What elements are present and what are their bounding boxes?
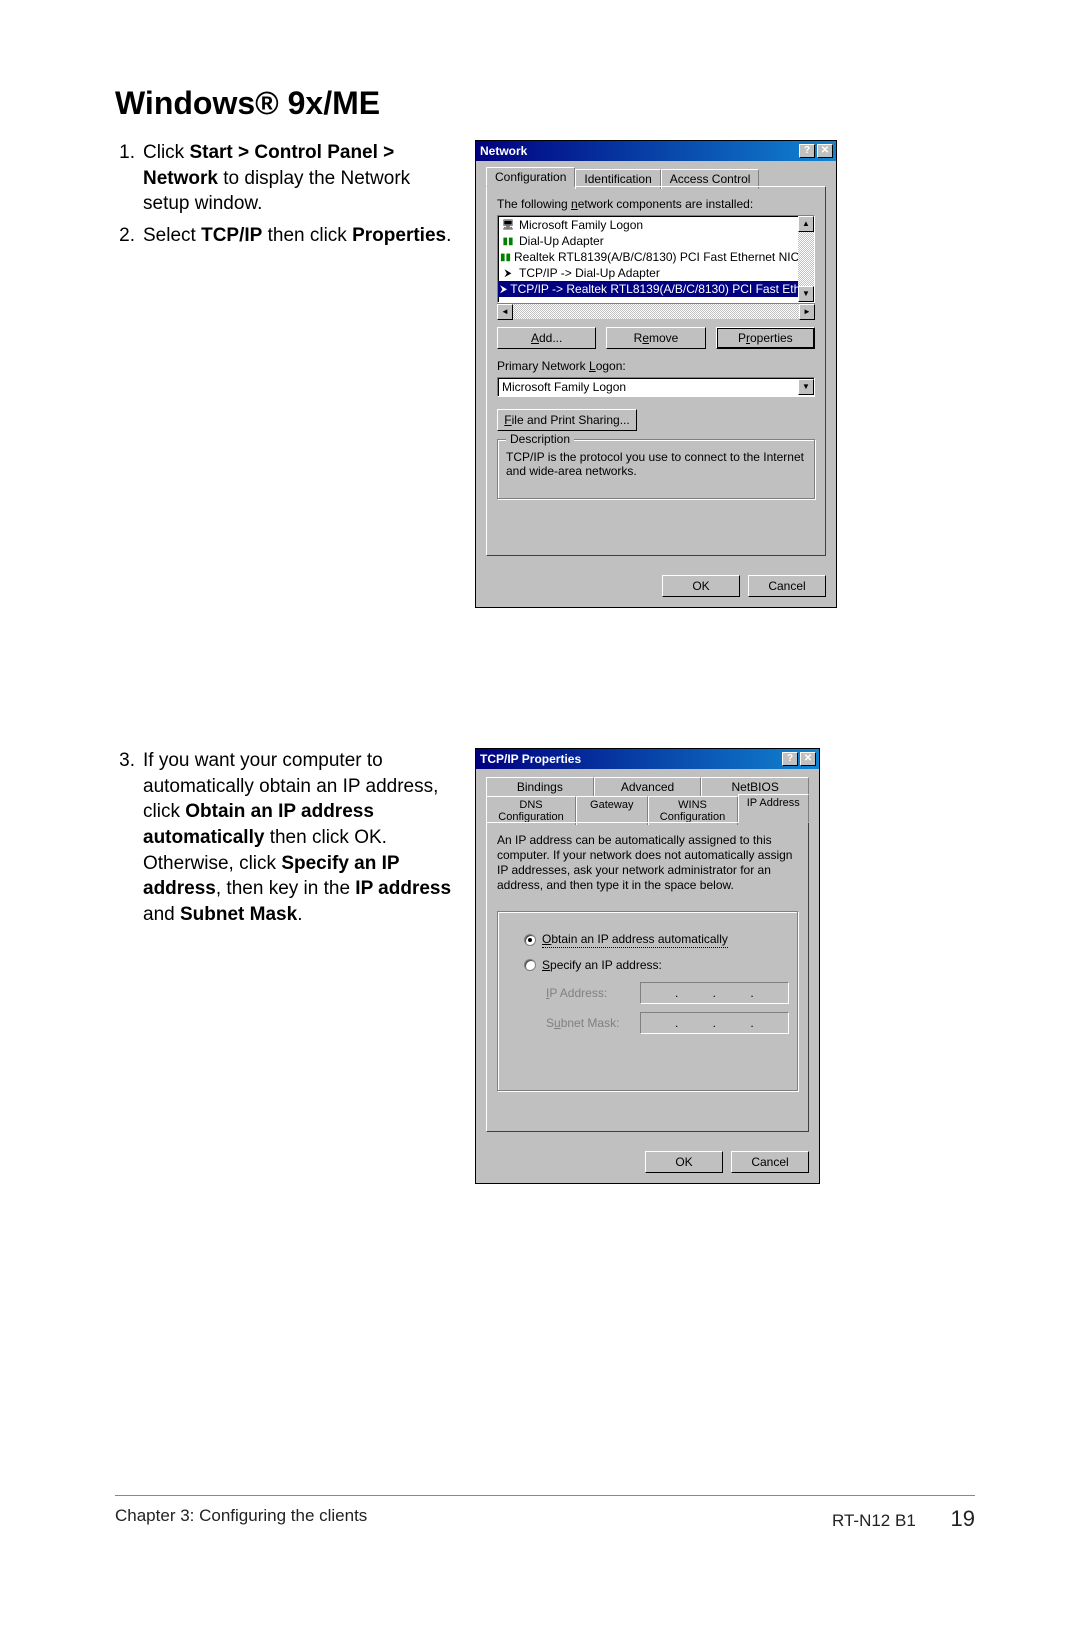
client-icon: 🖥	[500, 218, 516, 232]
scroll-right-icon[interactable]: ►	[799, 304, 815, 320]
list-item-label: Dial-Up Adapter	[519, 234, 604, 248]
tab-wins[interactable]: WINS Configuration	[648, 796, 738, 825]
scroll-left-icon[interactable]: ◄	[497, 304, 513, 320]
text-bold: Properties	[352, 225, 446, 246]
list-item[interactable]: ⮞TCP/IP -> Dial-Up Adapter	[498, 265, 798, 281]
file-print-sharing-button[interactable]: File and Print Sharing...	[497, 409, 637, 431]
dialog-title: TCP/IP Properties	[480, 752, 581, 766]
instructions-block-1: 1. Click Start > Control Panel > Network…	[115, 140, 455, 255]
horizontal-scrollbar[interactable]: ◄ ►	[497, 303, 815, 319]
list-item-label: TCP/IP -> Dial-Up Adapter	[519, 266, 660, 280]
help-icon[interactable]: ?	[782, 752, 798, 766]
subnet-mask-input: ...	[640, 1012, 789, 1034]
instructions-block-2: 3. If you want your computer to automati…	[115, 748, 455, 933]
text: .	[297, 904, 302, 925]
tab-bindings[interactable]: Bindings	[486, 777, 594, 796]
text: .	[446, 225, 451, 246]
list-item[interactable]: 🖥Microsoft Family Logon	[498, 217, 798, 233]
logon-combo[interactable]: Microsoft Family Logon ▼	[497, 377, 815, 397]
tab-advanced[interactable]: Advanced	[594, 777, 702, 796]
components-label: The following network components are ins…	[497, 197, 815, 211]
chevron-down-icon[interactable]: ▼	[798, 379, 814, 395]
adapter-icon: ▮▮	[500, 234, 516, 248]
ok-button[interactable]: OK	[662, 575, 740, 597]
text-bold: TCP/IP	[201, 225, 262, 246]
remove-button[interactable]: Remove	[606, 327, 705, 349]
logon-label: Primary Network Logon:	[497, 359, 815, 373]
footer-page-number: 19	[951, 1506, 975, 1531]
step-text: Select TCP/IP then click Properties.	[143, 223, 455, 249]
radio-specify[interactable]: Specify an IP address:	[524, 958, 789, 972]
list-item[interactable]: ▮▮Dial-Up Adapter	[498, 233, 798, 249]
footer-chapter: Chapter 3: Configuring the clients	[115, 1506, 367, 1532]
radio-icon	[524, 959, 536, 971]
list-item-label: Microsoft Family Logon	[519, 218, 643, 232]
properties-button[interactable]: Properties	[716, 327, 815, 349]
radio-obtain-auto[interactable]: Obtain an IP address automatically	[524, 932, 789, 948]
network-dialog: Network ? ✕ Configuration Identification…	[475, 140, 837, 608]
close-icon[interactable]: ✕	[817, 144, 833, 158]
page-footer: Chapter 3: Configuring the clients RT-N1…	[115, 1495, 975, 1532]
description-text: TCP/IP is the protocol you use to connec…	[506, 450, 806, 478]
add-button[interactable]: Add...	[497, 327, 596, 349]
vertical-scrollbar[interactable]: ▲ ▼	[798, 216, 814, 302]
protocol-icon: ⮞	[500, 282, 507, 296]
components-listbox[interactable]: 🖥Microsoft Family Logon ▮▮Dial-Up Adapte…	[497, 215, 815, 303]
radio-icon	[524, 934, 536, 946]
scroll-up-icon[interactable]: ▲	[798, 216, 814, 232]
list-item-selected[interactable]: ⮞TCP/IP -> Realtek RTL8139(A/B/C/8130) P…	[498, 281, 798, 297]
adapter-icon: ▮▮	[500, 250, 511, 264]
scroll-down-icon[interactable]: ▼	[798, 286, 814, 302]
ok-button[interactable]: OK	[645, 1151, 723, 1173]
description-group-title: Description	[506, 432, 574, 446]
list-item-label: TCP/IP -> Realtek RTL8139(A/B/C/8130) PC…	[510, 282, 811, 296]
step-text: If you want your computer to automatical…	[143, 748, 455, 927]
tab-ip-address[interactable]: IP Address	[738, 794, 810, 823]
dialog-title: Network	[480, 144, 527, 158]
list-item[interactable]: ▮▮Realtek RTL8139(A/B/C/8130) PCI Fast E…	[498, 249, 798, 265]
radio-label: Obtain an IP address automatically	[542, 932, 728, 948]
text: Select	[143, 225, 201, 246]
help-icon[interactable]: ?	[799, 144, 815, 158]
ip-address-label: IP Address:	[546, 986, 626, 1000]
text: Click	[143, 142, 189, 163]
step-number: 3.	[115, 748, 143, 927]
titlebar[interactable]: Network ? ✕	[476, 141, 836, 161]
tab-configuration[interactable]: Configuration	[486, 167, 575, 187]
step-number: 2.	[115, 223, 143, 249]
step-number: 1.	[115, 140, 143, 217]
protocol-icon: ⮞	[500, 266, 516, 280]
page-heading: Windows® 9x/ME	[115, 85, 975, 122]
footer-model: RT-N12 B1	[832, 1511, 916, 1530]
text: , then key in the	[216, 878, 355, 899]
subnet-mask-label: Subnet Mask:	[546, 1016, 626, 1030]
text: then click	[262, 225, 352, 246]
list-item-label: Realtek RTL8139(A/B/C/8130) PCI Fast Eth…	[514, 250, 799, 264]
text-bold: Subnet Mask	[180, 904, 297, 925]
step-text: Click Start > Control Panel > Network to…	[143, 140, 455, 217]
combo-value: Microsoft Family Logon	[502, 380, 626, 394]
cancel-button[interactable]: Cancel	[748, 575, 826, 597]
radio-label: Specify an IP address:	[542, 958, 662, 972]
titlebar[interactable]: TCP/IP Properties ? ✕	[476, 749, 819, 769]
tab-gateway[interactable]: Gateway	[576, 796, 648, 825]
text-bold: IP address	[355, 878, 451, 899]
close-icon[interactable]: ✕	[800, 752, 816, 766]
tab-dns[interactable]: DNS Configuration	[486, 796, 576, 825]
ip-paragraph: An IP address can be automatically assig…	[497, 833, 798, 893]
cancel-button[interactable]: Cancel	[731, 1151, 809, 1173]
text: and	[143, 904, 180, 925]
tcpip-properties-dialog: TCP/IP Properties ? ✕ Bindings Advanced …	[475, 748, 820, 1184]
ip-address-input: ...	[640, 982, 789, 1004]
